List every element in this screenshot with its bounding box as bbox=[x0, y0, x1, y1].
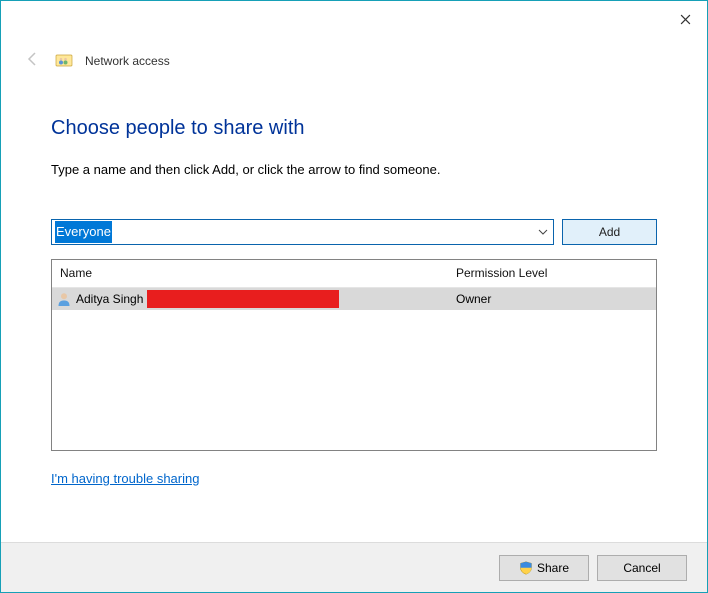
column-header-permission[interactable]: Permission Level bbox=[448, 260, 656, 287]
trouble-sharing-link[interactable]: I'm having trouble sharing bbox=[51, 471, 199, 486]
people-table: Name Permission Level Aditya Singh Owner bbox=[51, 259, 657, 451]
name-combobox[interactable]: Everyone bbox=[51, 219, 554, 245]
page-subtext: Type a name and then click Add, or click… bbox=[51, 162, 657, 177]
table-body: Aditya Singh Owner bbox=[52, 288, 656, 450]
table-row[interactable]: Aditya Singh Owner bbox=[52, 288, 656, 310]
cell-permission: Owner bbox=[448, 292, 656, 306]
cell-name: Aditya Singh bbox=[52, 290, 448, 308]
page-heading: Choose people to share with bbox=[51, 117, 657, 140]
redacted-block bbox=[147, 290, 339, 308]
titlebar bbox=[1, 1, 707, 37]
name-input-value: Everyone bbox=[55, 221, 112, 243]
user-icon bbox=[56, 291, 72, 307]
user-name: Aditya Singh bbox=[76, 292, 143, 306]
name-input-row: Everyone Add bbox=[51, 219, 657, 245]
footer: Share Cancel bbox=[1, 542, 707, 592]
close-icon[interactable] bbox=[677, 11, 693, 27]
shield-icon bbox=[519, 561, 533, 575]
chevron-down-icon[interactable] bbox=[533, 220, 553, 244]
share-button[interactable]: Share bbox=[499, 555, 589, 581]
back-arrow-icon bbox=[23, 51, 43, 72]
content-area: Choose people to share with Type a name … bbox=[1, 77, 707, 542]
header-row: Network access bbox=[1, 37, 707, 77]
window-title: Network access bbox=[85, 54, 170, 68]
name-input[interactable]: Everyone bbox=[52, 220, 533, 244]
share-button-label: Share bbox=[537, 561, 569, 575]
add-button[interactable]: Add bbox=[562, 219, 657, 245]
table-header: Name Permission Level bbox=[52, 260, 656, 288]
column-header-name[interactable]: Name bbox=[52, 260, 448, 287]
cancel-button[interactable]: Cancel bbox=[597, 555, 687, 581]
network-access-icon bbox=[55, 52, 73, 70]
